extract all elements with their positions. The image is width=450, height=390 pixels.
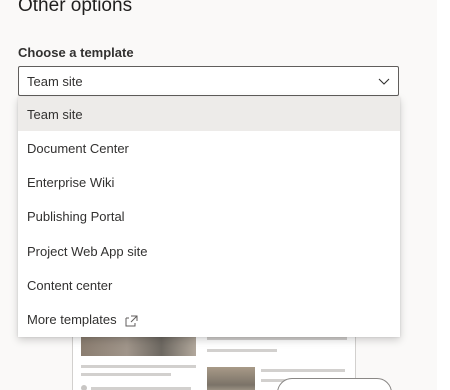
template-select-value: Team site: [27, 73, 83, 89]
preview-image: [81, 336, 196, 356]
panel-edge: [437, 0, 450, 390]
template-field-label: Choose a template: [18, 45, 134, 60]
preview-image: [207, 367, 255, 390]
preview-avatar: [81, 385, 87, 390]
dropdown-option-publishing-portal[interactable]: Publishing Portal: [18, 199, 400, 233]
preview-pill-button[interactable]: [277, 378, 392, 390]
dropdown-option-enterprise-wiki[interactable]: Enterprise Wiki: [18, 165, 400, 199]
preview-line: [207, 349, 277, 352]
chevron-down-icon: [378, 78, 390, 85]
preview-line: [81, 373, 171, 376]
dropdown-option-document-center[interactable]: Document Center: [18, 131, 400, 165]
option-label: Publishing Portal: [27, 208, 125, 224]
option-label: Project Web App site: [27, 243, 148, 259]
option-label: Content center: [27, 277, 113, 293]
section-heading: Other options: [18, 0, 133, 16]
option-label: Enterprise Wiki: [27, 174, 115, 190]
option-label: More templates: [27, 311, 117, 327]
dropdown-option-team-site[interactable]: Team site: [18, 97, 400, 131]
dropdown-option-project-web-app[interactable]: Project Web App site: [18, 234, 400, 268]
template-select[interactable]: Team site: [18, 66, 399, 96]
preview-line: [261, 369, 345, 372]
preview-line: [81, 365, 196, 368]
dropdown-option-content-center[interactable]: Content center: [18, 268, 400, 302]
template-dropdown: Team site Document Center Enterprise Wik…: [18, 97, 400, 337]
dropdown-option-more-templates[interactable]: More templates: [18, 302, 400, 336]
option-label: Document Center: [27, 140, 129, 156]
preview-line: [207, 337, 347, 340]
option-label: Team site: [27, 106, 83, 122]
external-link-icon: [125, 315, 138, 327]
